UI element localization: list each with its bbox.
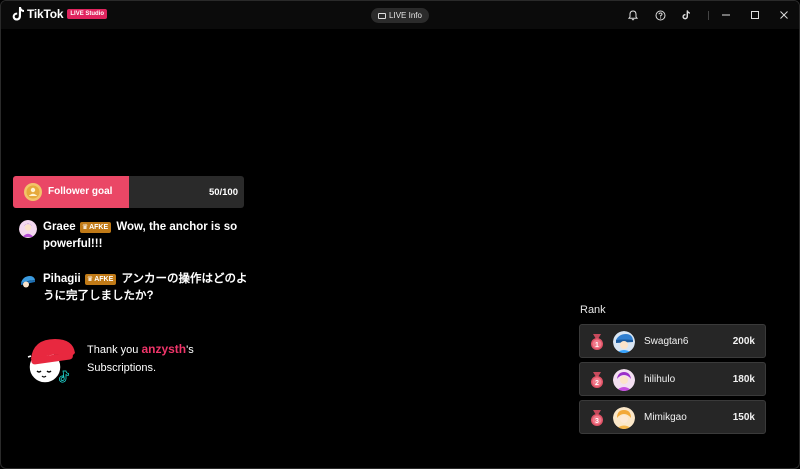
rank-place: 3 (595, 418, 599, 425)
rank-medal-icon: 3 (591, 410, 603, 426)
follower-goal-label: Follower goal (48, 186, 113, 197)
rank-score: 200k (732, 336, 755, 347)
follower-goal-count: 50/100 (208, 187, 238, 198)
rank-name: Mimikgao (644, 412, 687, 423)
brand-logo: TikTok LIVE Studio (12, 7, 108, 21)
rank-score: 180k (732, 374, 755, 385)
rank-score: 150k (732, 412, 755, 423)
tiktok-icon[interactable] (679, 8, 693, 22)
brand-name: TikTok (27, 7, 64, 21)
live-info-button[interactable]: LIVE Info (371, 8, 429, 23)
rank-row-2[interactable]: 2 hilihulo 180k (579, 362, 766, 396)
avatar[interactable] (19, 272, 37, 290)
avatar (613, 331, 635, 353)
tv-icon (378, 12, 387, 19)
thanks-username[interactable]: anzysth (141, 342, 186, 356)
fan-badge-label: AFKE (94, 276, 114, 283)
live-info-label: LIVE Info (389, 11, 422, 20)
rank-place: 2 (595, 380, 599, 387)
maximize-icon[interactable] (748, 8, 762, 22)
crown-icon: ♛ (86, 276, 94, 283)
fan-badge: ♛AFKE (79, 222, 112, 233)
mascot-icon (27, 339, 75, 384)
avatar (613, 369, 635, 391)
thanks-line-1: Thank you anzysth's (87, 340, 194, 359)
fan-badge: ♛AFKE (84, 274, 117, 285)
rank-title: Rank (580, 304, 606, 316)
subscription-thanks: Thank you anzysth's Subscriptions. (87, 340, 194, 377)
bell-icon[interactable] (626, 8, 640, 22)
brand-badge: LIVE Studio (67, 9, 108, 19)
thanks-prefix: Thank you (87, 344, 139, 356)
comment-username[interactable]: Graee (43, 221, 76, 233)
avatar[interactable] (19, 220, 37, 238)
toolbar-divider (708, 11, 709, 20)
close-icon[interactable] (777, 8, 791, 22)
rank-place: 1 (595, 342, 599, 349)
medal-icon (24, 183, 42, 201)
rank-name: hilihulo (644, 374, 676, 385)
help-icon[interactable] (653, 8, 667, 22)
rank-name: Swagtan6 (644, 336, 689, 347)
minimize-icon[interactable] (719, 8, 733, 22)
thanks-suffix: 's (186, 344, 194, 356)
crown-icon: ♛ (81, 224, 89, 231)
thanks-line-2: Subscriptions. (87, 362, 157, 374)
rank-medal-icon: 1 (591, 334, 603, 350)
fan-badge-label: AFKE (89, 224, 109, 231)
rank-row-3[interactable]: 3 Mimikgao 150k (579, 400, 766, 434)
rank-medal-icon: 2 (591, 372, 603, 388)
rank-row-1[interactable]: 1 Swagtan6 200k (579, 324, 766, 358)
follower-goal-bar: Follower goal 50/100 (13, 176, 244, 208)
tiktok-logo-icon (12, 7, 24, 21)
avatar (613, 407, 635, 429)
chat-comment: Pihagii ♛AFKE アンカーの操作はどのように完了しましたか? (19, 271, 249, 305)
comment-username[interactable]: Pihagii (43, 273, 81, 285)
title-bar: TikTok LIVE Studio LIVE Info (1, 1, 799, 29)
live-studio-window: TikTok LIVE Studio LIVE Info Follower go… (0, 0, 800, 469)
chat-comment: Graee ♛AFKE Wow, the anchor is so powerf… (19, 219, 249, 253)
